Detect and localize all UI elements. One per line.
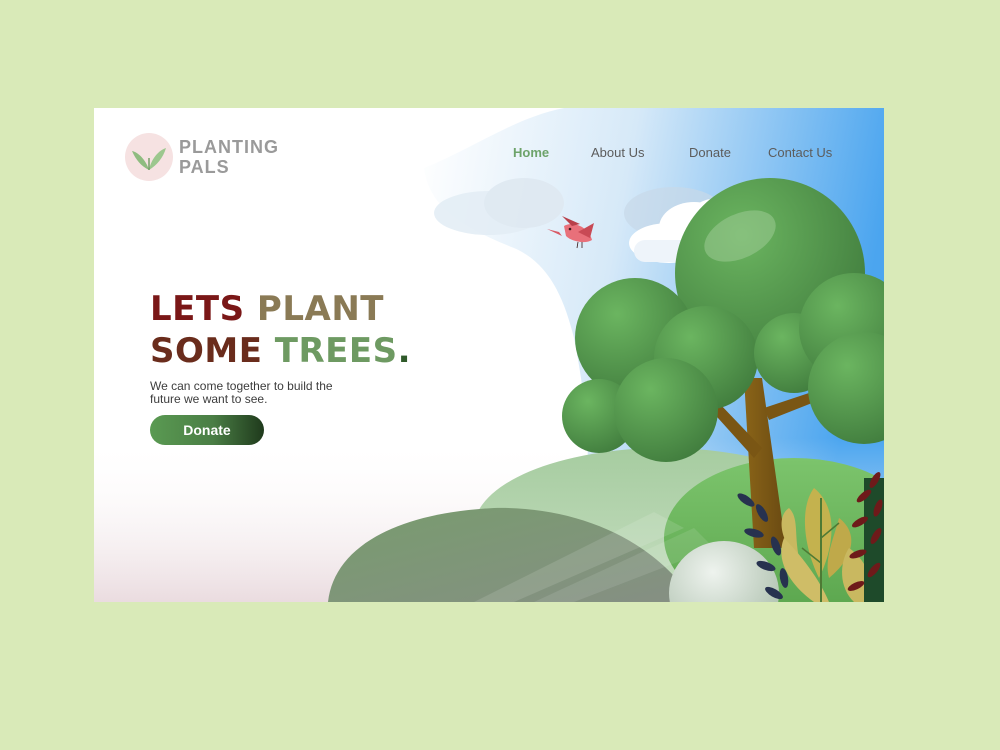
headline-period: . — [397, 331, 412, 371]
nav-donate[interactable]: Donate — [689, 145, 731, 160]
headline-word: SOME — [150, 331, 263, 371]
main-nav: Home About Us Donate Contact Us — [94, 145, 884, 165]
headline-word: PLANT — [256, 289, 384, 329]
headline-word: TREES — [274, 331, 398, 371]
landing-card: PLANTING PALS Home About Us Donate Conta… — [94, 108, 884, 602]
nav-about-us[interactable]: About Us — [591, 145, 644, 160]
headline-word: LETS — [150, 289, 245, 329]
donate-button[interactable]: Donate — [150, 415, 264, 445]
hero-section: LETS PLANT SOME TREES. We can come toget… — [150, 288, 450, 406]
nav-home[interactable]: Home — [513, 145, 549, 160]
nav-contact-us[interactable]: Contact Us — [768, 145, 832, 160]
hero-headline: LETS PLANT SOME TREES. — [150, 288, 450, 372]
hero-subtitle: We can come together to build the future… — [150, 379, 333, 406]
site-header: PLANTING PALS Home About Us Donate Conta… — [94, 108, 884, 188]
